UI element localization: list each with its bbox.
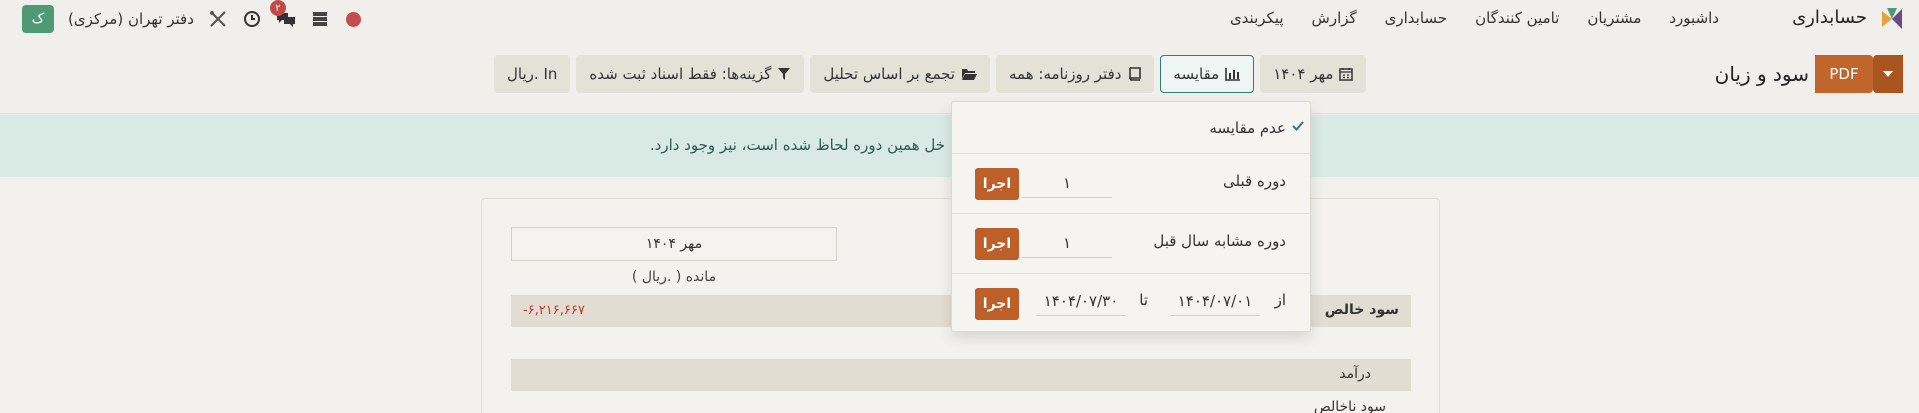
messages-icon[interactable]: ۲ — [269, 0, 296, 29]
systray: ک دفتر تهران (مرکزی) ۲ — [22, 0, 361, 33]
tools-icon[interactable] — [208, 9, 228, 29]
comparison-dropdown: عدم مقایسه دوره قبلی اجرا دوره مشابه سال… — [951, 101, 1311, 332]
analytic-grouping-button[interactable]: تجمع بر اساس تحلیل — [810, 55, 990, 93]
alert-text: خل همین دوره لحاظ شده است، نیز وجود دارد… — [649, 136, 945, 154]
book-icon — [1129, 67, 1142, 81]
from-label: از — [1274, 291, 1286, 309]
period-column-header: مهر ۱۴۰۴ — [511, 227, 837, 261]
to-label: تا — [1139, 291, 1148, 309]
pdf-button[interactable]: PDF — [1815, 55, 1873, 93]
activity-clock-icon[interactable] — [242, 9, 262, 29]
user-avatar[interactable]: ک — [22, 5, 54, 33]
same-period-last-year-run-button[interactable]: اجرا — [975, 228, 1019, 260]
menu-dashboard[interactable]: داشبورد — [1669, 9, 1719, 27]
filter-icon — [778, 68, 791, 80]
net-profit-label: سود خالص — [1324, 302, 1399, 318]
bar-chart-icon — [1225, 68, 1241, 81]
report-filters: In .ریال گزینه‌ها: فقط اسناد ثبت شده تجم… — [494, 55, 1367, 93]
comparison-filter-button[interactable]: مقایسه — [1160, 55, 1255, 93]
company-switcher[interactable]: دفتر تهران (مرکزی) — [68, 10, 194, 28]
previous-period-label: دوره قبلی — [1223, 172, 1286, 190]
main-menu: داشبورد مشتریان تامین کنندگان حسابداری گ… — [1230, 9, 1719, 27]
previous-period-count-input[interactable] — [1022, 168, 1112, 198]
net-profit-value[interactable]: -۶,۲۱۶,۶۶۷ — [523, 303, 585, 318]
no-comparison-option[interactable]: عدم مقایسه — [952, 102, 1310, 154]
menu-accounting[interactable]: حسابداری — [1385, 9, 1447, 27]
custom-range-option: از تا اجرا — [952, 274, 1310, 334]
currency-filter-button[interactable]: In .ریال — [494, 55, 571, 93]
calendar-icon — [1339, 68, 1354, 81]
caret-down-icon — [1883, 71, 1893, 77]
pdf-button-group: PDF — [1815, 55, 1904, 93]
same-period-last-year-count-input[interactable] — [1022, 228, 1112, 258]
options-filter-label: گزینه‌ها: فقط اسناد ثبت شده — [589, 65, 772, 83]
to-date-input[interactable] — [1036, 286, 1126, 316]
date-filter-button[interactable]: مهر ۱۴۰۴ — [1260, 55, 1367, 93]
no-comparison-label: عدم مقایسه — [1209, 119, 1286, 137]
app-logo-icon[interactable] — [1879, 6, 1905, 32]
app-brand[interactable]: حسابداری — [1792, 7, 1867, 28]
same-period-last-year-option: دوره مشابه سال قبل اجرا — [952, 214, 1310, 274]
gross-profit-label: سود ناخالص — [1313, 399, 1386, 413]
currency-filter-label: In .ریال — [507, 65, 558, 83]
page-title: سود و زیان — [1714, 62, 1809, 86]
income-label: درآمد — [1339, 366, 1371, 382]
comparison-filter-label: مقایسه — [1173, 65, 1220, 83]
status-indicator — [345, 11, 361, 27]
menu-configuration[interactable]: پیکربندی — [1230, 9, 1284, 27]
menu-reporting[interactable]: گزارش — [1312, 9, 1357, 27]
menu-vendors[interactable]: تامین کنندگان — [1475, 9, 1559, 27]
date-filter-label: مهر ۱۴۰۴ — [1273, 65, 1334, 83]
from-date-input[interactable] — [1170, 286, 1260, 316]
same-period-last-year-label: دوره مشابه سال قبل — [1153, 232, 1286, 250]
balance-column-label: مانده ( .ریال ) — [631, 269, 717, 285]
previous-period-run-button[interactable]: اجرا — [975, 168, 1019, 200]
income-section-row[interactable]: درآمد — [511, 359, 1411, 391]
journals-filter-button[interactable]: دفتر روزنامه: همه — [996, 55, 1155, 93]
messages-count-badge: ۲ — [269, 0, 286, 16]
options-filter-button[interactable]: گزینه‌ها: فقط اسناد ثبت شده — [576, 55, 805, 93]
server-icon[interactable] — [310, 9, 330, 29]
previous-period-option: دوره قبلی اجرا — [952, 154, 1310, 214]
top-navbar: حسابداری داشبورد مشتریان تامین کنندگان ح… — [0, 0, 1919, 38]
analytic-grouping-label: تجمع بر اساس تحلیل — [823, 65, 955, 83]
check-icon — [1292, 121, 1304, 131]
custom-range-run-button[interactable]: اجرا — [975, 288, 1019, 320]
folder-open-icon — [962, 69, 977, 80]
journals-filter-label: دفتر روزنامه: همه — [1009, 65, 1122, 83]
pdf-dropdown-toggle[interactable] — [1873, 55, 1903, 93]
menu-customers[interactable]: مشتریان — [1587, 9, 1641, 27]
